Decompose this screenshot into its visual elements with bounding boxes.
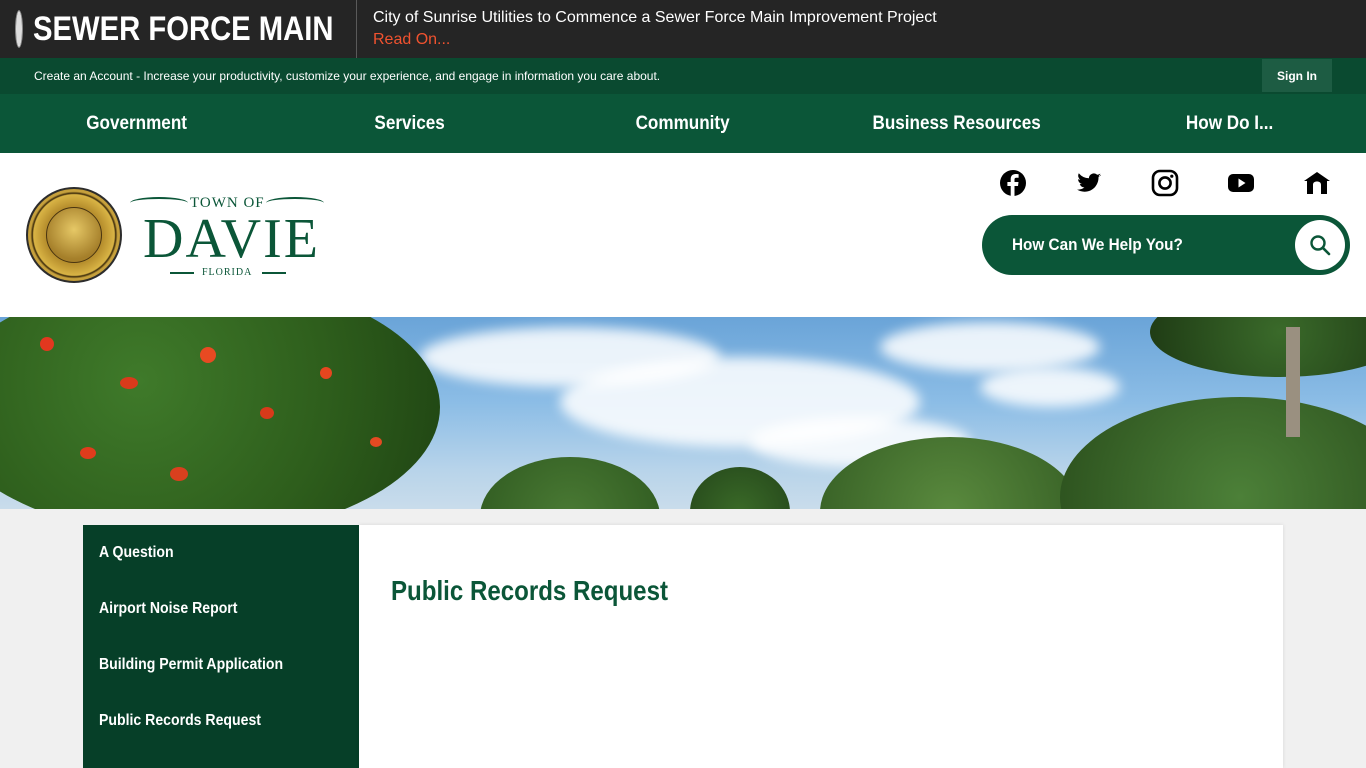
nav-item-government[interactable]: Government [14,94,260,153]
sidebar-item-building-permit-application[interactable]: Building Permit Application [83,637,359,693]
sign-in-button[interactable]: Sign In [1262,59,1332,92]
sidebar-item-label: Airport Noise Report [99,600,238,617]
page-title: Public Records Request [391,575,669,606]
create-account-link[interactable]: Create an Account - Increase your produc… [34,69,660,83]
alert-message-area: City of Sunrise Utilities to Commence a … [357,7,937,51]
logo-divider [262,272,286,274]
logo-name: DAVIE [143,208,320,270]
logo-divider [170,272,194,274]
main-nav: Government Services Community Business R… [0,94,1366,153]
sidebar-item-a-question[interactable]: A Question [83,525,359,581]
nav-item-business-resources[interactable]: Business Resources [833,94,1079,153]
alert-title-area: SEWER FORCE MAIN [0,0,357,58]
sidebar-item-airport-noise-report[interactable]: Airport Noise Report [83,581,359,637]
facebook-icon[interactable] [999,169,1027,197]
alert-message[interactable]: City of Sunrise Utilities to Commence a … [373,7,937,29]
twitter-icon[interactable] [1075,169,1103,197]
sidebar-item-public-records-request[interactable]: Public Records Request [83,693,359,749]
nextdoor-icon[interactable] [1303,169,1331,197]
search-box [982,215,1350,275]
site-header: TOWN OF DAVIE FLORIDA [0,153,1366,317]
instagram-icon[interactable] [1151,169,1179,197]
search-icon [1310,235,1331,256]
sidebar-item-label: Building Permit Application [99,656,284,673]
read-on-link[interactable]: Read On... [373,29,937,51]
search-input[interactable] [1012,225,1246,265]
alert-title[interactable]: SEWER FORCE MAIN [33,10,334,49]
alert-indicator-icon [16,11,22,47]
hero-banner-image [0,317,1366,509]
account-bar: Create an Account - Increase your produc… [0,58,1366,94]
sidebar-item-label: A Question [99,544,174,561]
town-seal-icon [26,187,122,283]
main-content: Public Records Request [359,525,1283,768]
sidebar-nav: A Question Airport Noise Report Building… [83,525,359,768]
nav-item-how-do-i[interactable]: How Do I... [1106,94,1352,153]
sidebar-item-label: Public Records Request [99,712,261,729]
youtube-icon[interactable] [1227,169,1255,197]
logo-state: FLORIDA [202,267,253,278]
nav-item-community[interactable]: Community [560,94,806,153]
nav-item-services[interactable]: Services [287,94,533,153]
search-button[interactable] [1295,220,1345,270]
alert-bar: SEWER FORCE MAIN City of Sunrise Utiliti… [0,0,1366,58]
